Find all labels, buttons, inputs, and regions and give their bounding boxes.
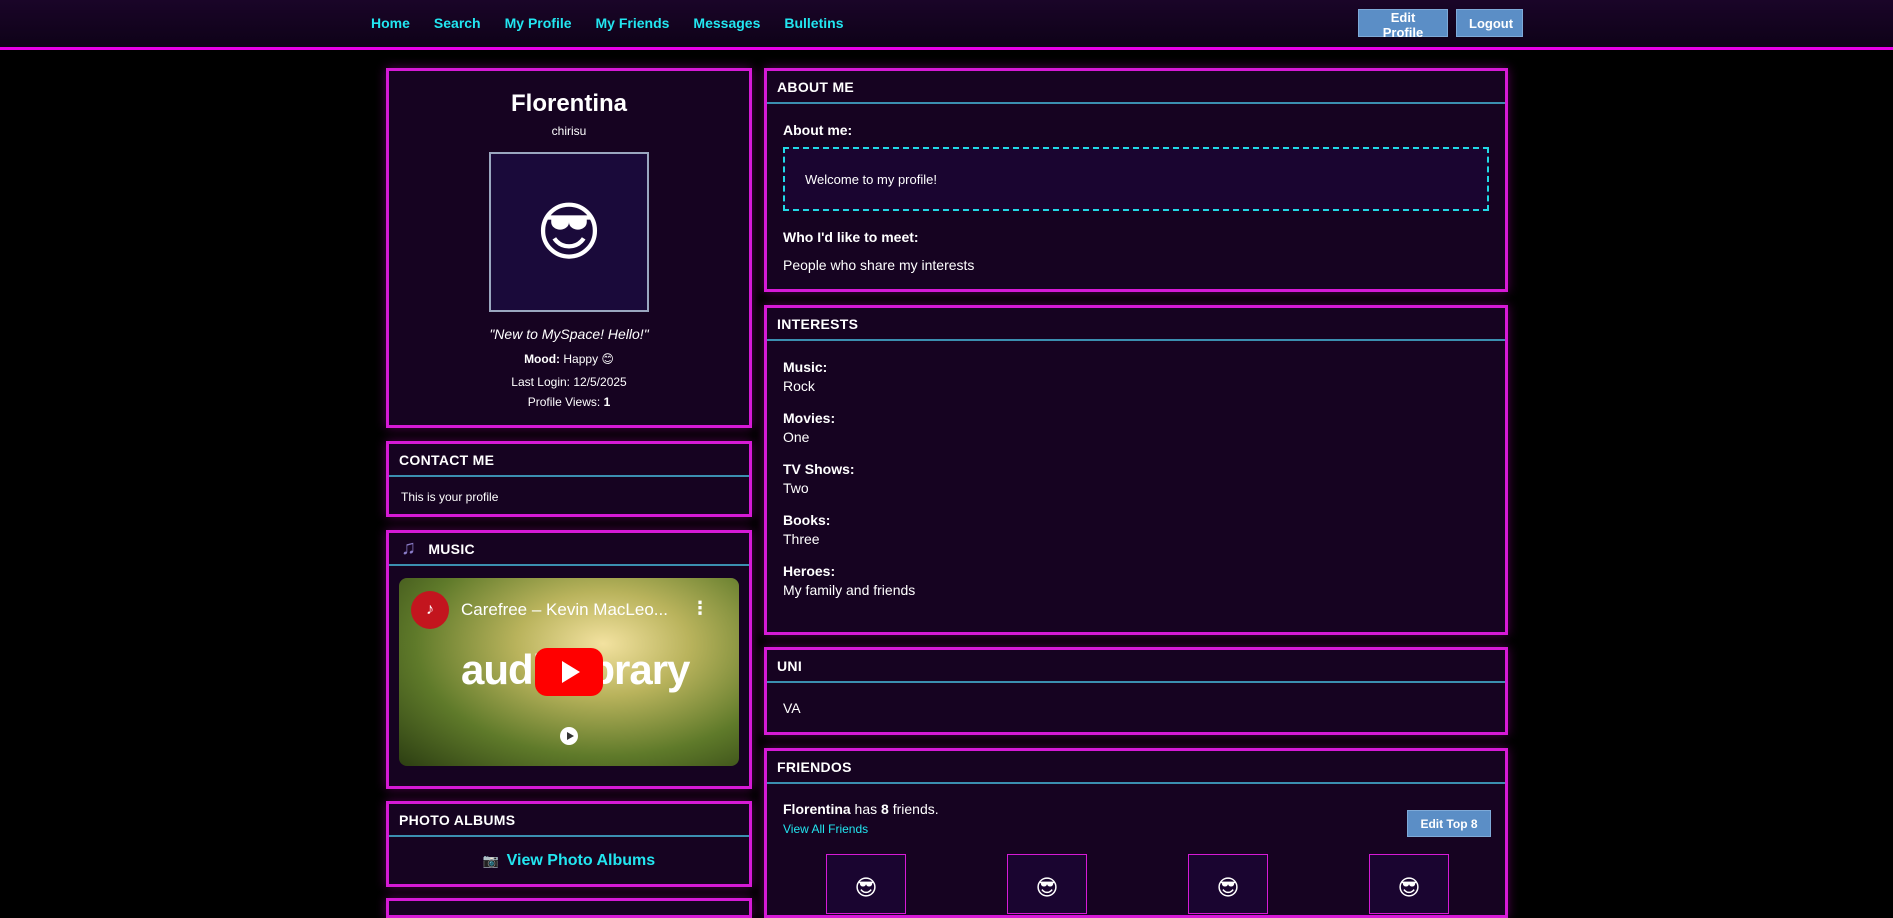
friend-avatar-emoji: 😎 <box>1216 875 1240 900</box>
who-to-meet-label: Who I'd like to meet: <box>783 229 919 245</box>
interest-value: My family and friends <box>783 582 916 598</box>
camera-icon: 📷 <box>482 853 500 868</box>
small-play-icon[interactable] <box>560 727 578 745</box>
interest-value: One <box>783 429 810 445</box>
more-options-icon[interactable]: ⋮ <box>691 598 709 619</box>
logout-button[interactable]: Logout <box>1456 9 1523 37</box>
photo-albums-heading: PHOTO ALBUMS <box>389 804 749 837</box>
about-me-text: Welcome to my profile! <box>805 171 937 187</box>
about-me-label: About me: <box>783 122 853 138</box>
interest-item: Movies: One <box>783 410 1489 445</box>
nav-home-link[interactable]: Home <box>371 15 410 31</box>
next-panel-edge <box>386 898 752 918</box>
play-button-icon[interactable] <box>535 648 603 696</box>
contact-me-text: This is your profile <box>401 490 499 504</box>
friend-count-has: has <box>850 801 882 817</box>
friend-owner-name: Florentina <box>783 801 851 817</box>
interest-label: TV Shows: <box>783 461 855 477</box>
nav-messages-link[interactable]: Messages <box>693 15 760 31</box>
friend-thumbnail[interactable]: 😎 <box>1188 854 1268 914</box>
interest-label: Books: <box>783 512 831 528</box>
photo-albums-panel: PHOTO ALBUMS 📷 View Photo Albums <box>386 801 752 887</box>
video-title[interactable]: Carefree – Kevin MacLeo... <box>461 600 668 620</box>
friend-avatar-emoji: 😎 <box>854 875 878 900</box>
interest-value: Rock <box>783 378 815 394</box>
nav-search-link[interactable]: Search <box>434 15 481 31</box>
view-photo-albums-link[interactable]: View Photo Albums <box>507 852 655 869</box>
music-panel: ♫ MUSIC ♪ Carefree – Kevin MacLeo... ⋮ a… <box>386 530 752 789</box>
mood-label: Mood: <box>524 352 561 366</box>
about-me-heading: ABOUT ME <box>767 71 1505 104</box>
nav-my-profile-link[interactable]: My Profile <box>505 15 572 31</box>
profile-quote: "New to MySpace! Hello!" <box>489 326 649 342</box>
interest-label: Music: <box>783 359 828 375</box>
friend-avatar-emoji: 😎 <box>1397 875 1421 900</box>
friend-count-text: Florentina has 8 friends. <box>783 801 1489 817</box>
contact-me-heading: CONTACT ME <box>389 444 749 477</box>
uni-value: VA <box>783 700 801 716</box>
nav-bulletins-link[interactable]: Bulletins <box>784 15 843 31</box>
interests-panel: INTERESTS Music: Rock Movies: One TV Sho… <box>764 305 1508 635</box>
profile-card: Florentina chirisu 😎 "New to MySpace! He… <box>386 68 752 428</box>
profile-username: chirisu <box>551 124 587 138</box>
friend-thumbnail[interactable]: 😎 <box>1369 854 1449 914</box>
interest-value: Two <box>783 480 809 496</box>
interests-heading: INTERESTS <box>767 308 1505 341</box>
edit-profile-button[interactable]: Edit Profile <box>1358 9 1448 40</box>
interest-item: Heroes: My family and friends <box>783 563 1489 598</box>
profile-views: Profile Views: 1 <box>389 395 749 409</box>
friend-avatar-emoji: 😎 <box>1035 875 1059 900</box>
uni-panel: UNI VA <box>764 647 1508 735</box>
profile-photo[interactable]: 😎 <box>489 152 649 312</box>
interest-label: Heroes: <box>783 563 836 579</box>
friend-count: 8 <box>881 801 889 817</box>
view-all-friends-link[interactable]: View All Friends <box>783 822 1489 836</box>
top-navigation-bar: Home Search My Profile My Friends Messag… <box>0 0 1893 50</box>
music-note-icon: ♫ <box>401 537 417 559</box>
about-me-text-box: Welcome to my profile! <box>783 147 1489 211</box>
uni-heading: UNI <box>767 650 1505 683</box>
interest-value: Three <box>783 531 820 547</box>
interest-item: Books: Three <box>783 512 1489 547</box>
music-heading: ♫ MUSIC <box>389 533 749 566</box>
youtube-video-player[interactable]: ♪ Carefree – Kevin MacLeo... ⋮ audiolibr… <box>399 578 739 766</box>
profile-mood: Mood: Happy 😊 <box>389 352 749 366</box>
nav-my-friends-link[interactable]: My Friends <box>596 15 670 31</box>
mood-value: Happy 😊 <box>563 352 614 366</box>
profile-views-label: Profile Views: <box>527 395 604 409</box>
who-to-meet-text: People who share my interests <box>783 257 975 273</box>
about-me-panel: ABOUT ME About me: Welcome to my profile… <box>764 68 1508 292</box>
main-nav: Home Search My Profile My Friends Messag… <box>371 15 867 31</box>
interest-label: Movies: <box>783 410 836 426</box>
channel-logo-icon[interactable]: ♪ <box>411 591 449 629</box>
friend-count-suffix: friends. <box>888 801 939 817</box>
friendos-panel: FRIENDOS Florentina has 8 friends. View … <box>764 748 1508 918</box>
profile-views-count: 1 <box>603 395 611 409</box>
sunglasses-emoji-avatar: 😎 <box>535 196 603 268</box>
contact-me-panel: CONTACT ME This is your profile <box>386 441 752 517</box>
edit-top-8-button[interactable]: Edit Top 8 <box>1407 810 1491 837</box>
friendos-heading: FRIENDOS <box>767 751 1505 784</box>
interest-item: TV Shows: Two <box>783 461 1489 496</box>
photo-albums-body: 📷 View Photo Albums <box>389 837 749 870</box>
profile-name: Florentina <box>510 90 627 117</box>
music-heading-label: MUSIC <box>428 540 475 557</box>
friend-thumbnail[interactable]: 😎 <box>1007 854 1087 914</box>
last-login: Last Login: 12/5/2025 <box>511 375 627 389</box>
friend-thumbnail[interactable]: 😎 <box>826 854 906 914</box>
interest-item: Music: Rock <box>783 359 1489 394</box>
